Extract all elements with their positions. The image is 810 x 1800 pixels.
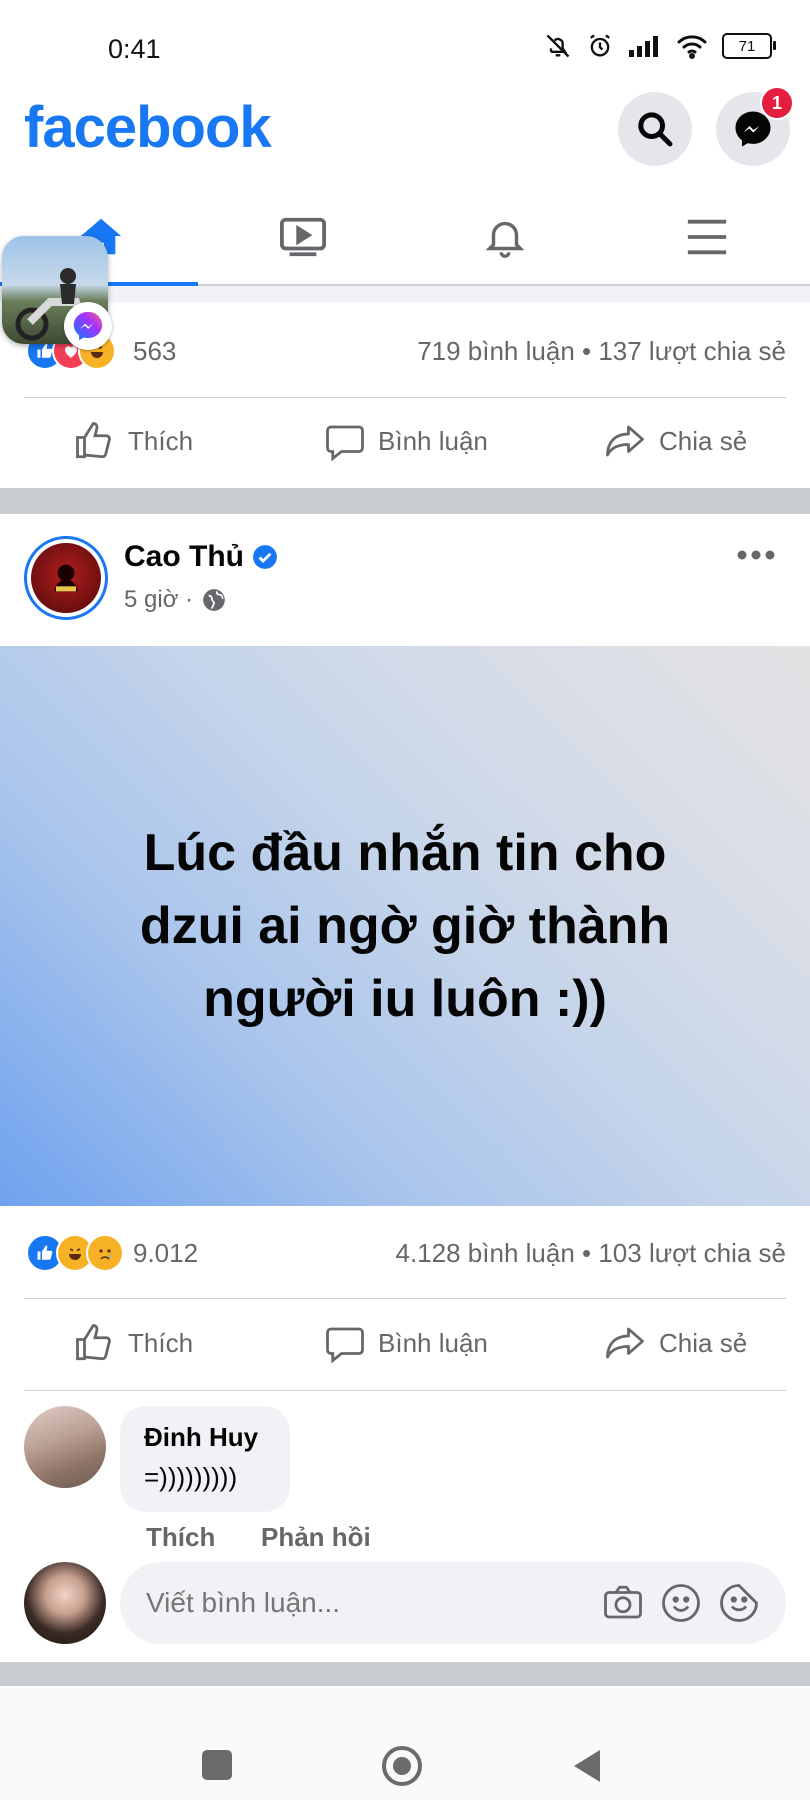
post-text-background[interactable]: Lúc đầu nhắn tin cho dzui ai ngờ giờ thà… (0, 646, 810, 1206)
signal-icon (629, 36, 658, 57)
comment-icon (326, 1327, 364, 1364)
comment-text: =))))))))) (144, 1462, 238, 1492)
search-icon (638, 112, 673, 147)
verified-badge-icon (253, 545, 277, 569)
post2-stats[interactable]: 4.128 bình luận • 103 lượt chia sẻ (396, 1238, 786, 1269)
feed-gap (0, 286, 810, 302)
facebook-logo: facebook (24, 95, 272, 160)
share-icon (606, 425, 644, 457)
wifi-icon (677, 35, 707, 59)
share-icon (606, 1327, 644, 1359)
search-button[interactable] (618, 92, 692, 166)
home-dot-icon (393, 1757, 411, 1775)
commenter-avatar[interactable] (24, 1406, 106, 1488)
like-label: Thích (128, 1327, 194, 1358)
comment-icon (326, 425, 364, 462)
comment-label: Bình luận (378, 1327, 488, 1358)
comment-author[interactable]: Đinh Huy (144, 1422, 258, 1453)
more-icon (737, 550, 775, 560)
divider (24, 397, 786, 398)
tab-notifications[interactable] (404, 190, 606, 284)
post2-author[interactable]: Cao Thủ (124, 540, 278, 574)
status-time: 0:41 (108, 34, 161, 64)
feed-separator (0, 1662, 810, 1686)
emoji-icon (662, 1584, 700, 1622)
comment-reply-link[interactable]: Phản hồi (261, 1522, 371, 1553)
bell-off-icon (546, 34, 570, 58)
comment-button[interactable]: Bình luận (324, 1322, 488, 1364)
like-icon (76, 1324, 111, 1361)
tab-watch[interactable] (202, 190, 404, 284)
messenger-badge: 1 (760, 86, 794, 120)
camera-icon (604, 1585, 642, 1619)
like-label: Thích (128, 425, 194, 456)
reaction-icons (26, 1234, 126, 1272)
alarm-icon (590, 34, 610, 57)
post-text: Lúc đầu nhắn tin cho dzui ai ngờ giờ thà… (139, 823, 671, 1028)
my-avatar[interactable] (24, 1562, 106, 1644)
post1-reaction-count[interactable]: 563 (133, 336, 176, 367)
author-avatar[interactable] (24, 536, 108, 620)
globe-icon (203, 589, 225, 611)
post2-meta: 5 giờ · (124, 586, 227, 614)
sticker-icon (720, 1584, 758, 1622)
post2-reaction-count[interactable]: 9.012 (133, 1238, 198, 1269)
like-button[interactable]: Thích (74, 1322, 193, 1364)
feed-separator (0, 488, 810, 514)
share-label: Chia sẻ (659, 1327, 748, 1358)
sad-reaction-icon (86, 1234, 124, 1272)
comment-input[interactable] (144, 1580, 508, 1626)
system-nav-bar (0, 1688, 810, 1800)
status-icons: 71 (544, 32, 776, 60)
warrior-icon (54, 564, 78, 592)
share-label: Chia sẻ (659, 425, 748, 456)
messenger-icon (73, 311, 103, 341)
write-comment-field[interactable] (120, 1562, 786, 1644)
divider (24, 1298, 786, 1299)
recents-button[interactable] (202, 1750, 232, 1780)
menu-icon (687, 219, 727, 255)
share-button[interactable]: Chia sẻ (603, 1322, 747, 1364)
avatar-image (31, 543, 101, 613)
divider (24, 1390, 786, 1391)
tab-bar (0, 190, 810, 286)
post1-stats[interactable]: 719 bình luận • 137 lượt chia sẻ (417, 336, 786, 367)
battery-indicator: 71 (722, 33, 776, 59)
messenger-button[interactable]: 1 (716, 86, 794, 166)
back-button[interactable] (572, 1748, 604, 1784)
video-icon (280, 217, 326, 257)
comment-bubble[interactable]: Đinh Huy =))))))))) (120, 1406, 290, 1512)
like-icon (76, 422, 111, 459)
comment-button[interactable]: Bình luận (324, 420, 488, 462)
like-button[interactable]: Thích (74, 420, 193, 462)
home-nav-button[interactable] (382, 1746, 422, 1786)
comment-like-link[interactable]: Thích (146, 1522, 215, 1553)
share-button[interactable]: Chia sẻ (603, 420, 747, 462)
tab-menu[interactable] (606, 190, 808, 284)
bell-icon (485, 221, 525, 258)
more-options-button[interactable] (736, 544, 780, 566)
post-time: 5 giờ · (124, 586, 194, 613)
comment-label: Bình luận (378, 425, 488, 456)
chat-head-messenger-badge (64, 302, 112, 350)
author-name: Cao Thủ (124, 540, 244, 573)
